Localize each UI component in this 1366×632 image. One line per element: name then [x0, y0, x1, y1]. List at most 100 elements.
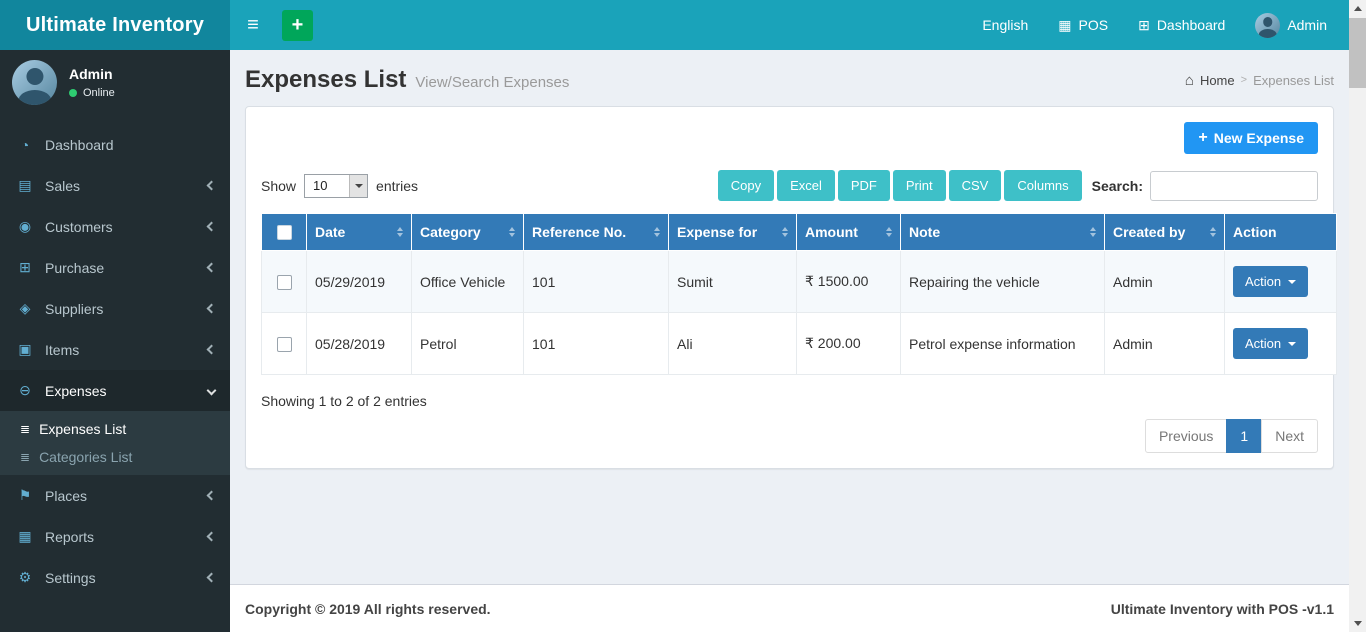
sidebar-item-label: Sales	[45, 177, 81, 194]
vertical-scrollbar[interactable]	[1349, 0, 1366, 632]
cell-amount: ₹ 200.00	[796, 312, 901, 375]
sidebar-item-reports[interactable]: ▦ Reports	[0, 516, 230, 557]
language-menu[interactable]: English	[982, 17, 1028, 33]
sidebar-item-purchase[interactable]: ⊞ Purchase	[0, 247, 230, 288]
cell-date: 05/29/2019	[306, 250, 412, 313]
user-status-label: Online	[83, 87, 115, 99]
chevron-down-icon	[206, 385, 217, 396]
list-icon: ≣	[20, 422, 31, 436]
user-menu[interactable]: Admin	[1255, 12, 1327, 38]
column-header-action: Action	[1224, 213, 1337, 251]
new-expense-button[interactable]: + New Expense	[1184, 122, 1318, 154]
scroll-down-button[interactable]	[1349, 615, 1366, 632]
caret-down-icon	[1288, 279, 1297, 284]
cell-expense-for: Ali	[668, 312, 797, 375]
sidebar-item-label: Suppliers	[45, 300, 104, 317]
app-logo[interactable]: Ultimate Inventory	[0, 0, 230, 50]
sidebar-item-items[interactable]: ▣ Items	[0, 329, 230, 370]
table-row: 05/28/2019 Petrol 101 Ali ₹ 200.00 Petro…	[261, 312, 1337, 375]
dashboard-icon: ◔	[20, 137, 30, 153]
navbar-right: English ▦ POS ⊞ Dashboard Admin	[982, 12, 1349, 38]
sidebar-item-suppliers[interactable]: ◈ Suppliers	[0, 288, 230, 329]
pos-link[interactable]: ▦ POS	[1058, 17, 1108, 34]
column-label: Reference No.	[532, 224, 627, 240]
cell-amount: ₹ 1500.00	[796, 250, 901, 313]
row-action-button[interactable]: Action	[1233, 328, 1309, 359]
column-header-expense-for[interactable]: Expense for	[668, 213, 797, 251]
select-dropdown-button[interactable]	[349, 174, 368, 197]
breadcrumb-separator: >	[1240, 74, 1248, 86]
search-input[interactable]	[1150, 170, 1318, 201]
cell-note: Repairing the vehicle	[900, 250, 1105, 313]
print-button[interactable]: Print	[892, 170, 946, 201]
column-header-note[interactable]: Note	[900, 213, 1105, 251]
row-checkbox[interactable]	[276, 274, 292, 290]
column-header-date[interactable]: Date	[306, 213, 412, 251]
chevron-left-icon	[206, 531, 217, 542]
column-header-category[interactable]: Category	[411, 213, 524, 251]
settings-icon: ⚙	[18, 569, 32, 585]
pagination: Previous 1 Next	[261, 419, 1318, 453]
sidebar-item-settings[interactable]: ⚙ Settings	[0, 557, 230, 598]
scrollbar-thumb[interactable]	[1349, 18, 1366, 88]
next-page-button[interactable]: Next	[1261, 419, 1318, 453]
page-length-value: 10	[313, 178, 328, 193]
column-header-reference-no[interactable]: Reference No.	[523, 213, 669, 251]
sidebar-item-expenses-list[interactable]: ≣ Expenses List	[0, 415, 230, 443]
column-label: Action	[1233, 224, 1277, 240]
column-header-created-by[interactable]: Created by	[1104, 213, 1225, 251]
chevron-left-icon	[206, 344, 217, 355]
column-header-amount[interactable]: Amount	[796, 213, 901, 251]
sort-icon	[509, 227, 515, 237]
navbar-avatar	[1255, 12, 1281, 38]
user-name: Admin	[69, 66, 113, 82]
customers-icon: ◉	[18, 218, 32, 234]
sidebar-item-sales[interactable]: ▤ Sales	[0, 165, 230, 206]
page-1-button[interactable]: 1	[1226, 419, 1263, 453]
chevron-left-icon	[206, 262, 217, 273]
sidebar-item-label: Settings	[45, 569, 96, 586]
chevron-left-icon	[206, 490, 217, 501]
column-label: Date	[315, 224, 346, 240]
user-panel: Admin Online	[0, 50, 230, 115]
chevron-left-icon	[206, 572, 217, 583]
quick-add-button[interactable]: +	[282, 9, 313, 41]
sidebar-item-label: Customers	[45, 218, 113, 235]
columns-button[interactable]: Columns	[1004, 170, 1082, 201]
sidebar: Ultimate Inventory Admin Online ◔ Dashbo…	[0, 0, 230, 632]
page-length-select[interactable]: 10	[304, 173, 369, 198]
copy-button[interactable]: Copy	[717, 170, 775, 201]
scroll-up-button[interactable]	[1349, 0, 1366, 17]
sidebar-item-label: Expenses	[45, 382, 107, 399]
select-all-checkbox[interactable]	[276, 225, 292, 241]
breadcrumb-current: Expenses List	[1253, 72, 1334, 88]
sidebar-item-dashboard[interactable]: ◔ Dashboard	[0, 125, 230, 165]
previous-page-button[interactable]: Previous	[1144, 419, 1228, 453]
cell-reference-no: 101	[523, 250, 669, 313]
sidebar-item-categories-list[interactable]: ≣ Categories List	[0, 443, 230, 471]
user-avatar	[12, 60, 57, 105]
breadcrumb-home[interactable]: Home	[1200, 73, 1235, 88]
sidebar-item-customers[interactable]: ◉ Customers	[0, 206, 230, 247]
sidebar-item-label: Purchase	[45, 259, 105, 276]
sidebar-item-expenses[interactable]: ⊖ Expenses	[0, 370, 230, 411]
sort-icon	[1210, 227, 1216, 237]
sidebar-toggle-button[interactable]: ≡	[230, 0, 276, 50]
csv-button[interactable]: CSV	[948, 170, 1002, 201]
toolbar-right: Copy Excel PDF Print CSV Columns Search:	[715, 170, 1318, 201]
sales-icon: ▤	[18, 177, 32, 193]
arrow-down-icon	[1353, 621, 1362, 626]
row-checkbox[interactable]	[276, 336, 292, 352]
row-action-button[interactable]: Action	[1233, 266, 1309, 297]
sort-icon	[782, 227, 788, 237]
pdf-button[interactable]: PDF	[837, 170, 890, 201]
dashboard-label: Dashboard	[1156, 17, 1226, 33]
version-text: Ultimate Inventory with POS -v1.1	[1110, 600, 1334, 617]
sidebar-item-places[interactable]: ⚑ Places	[0, 475, 230, 516]
sidebar-item-label: Reports	[45, 528, 95, 545]
dashboard-link[interactable]: ⊞ Dashboard	[1138, 17, 1225, 34]
cell-expense-for: Sumit	[668, 250, 797, 313]
chevron-left-icon	[206, 180, 217, 191]
expenses-icon: ⊖	[19, 382, 31, 398]
excel-button[interactable]: Excel	[777, 170, 835, 201]
